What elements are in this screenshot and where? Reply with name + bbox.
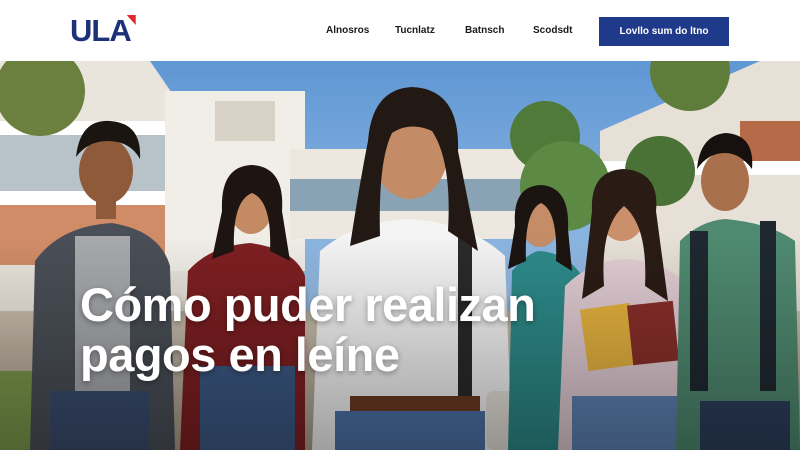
nav-item-2[interactable]: Tucnlatz <box>395 25 435 36</box>
hero-title-line-1: Cómo puder realizan <box>80 278 536 331</box>
cta-button[interactable]: Lovllo sum do ltno <box>599 17 729 46</box>
nav-item-1[interactable]: Alnosros <box>326 25 369 36</box>
ula-logo[interactable]: ULA <box>70 13 136 48</box>
site-header: ULA Alnosros Tucnlatz Batnsch Scodsdt Lo… <box>0 0 800 61</box>
nav-item-4[interactable]: Scodsdt <box>533 25 572 36</box>
hero-photo <box>0 61 800 450</box>
hero-banner: Cómo puder realizan pagos en leíne <box>0 61 800 450</box>
logo-text: ULA <box>70 13 132 48</box>
hero-title: Cómo puder realizan pagos en leíne <box>80 278 536 381</box>
nav-item-3[interactable]: Batnsch <box>465 25 504 36</box>
hero-title-line-2: pagos en leíne <box>80 328 400 381</box>
